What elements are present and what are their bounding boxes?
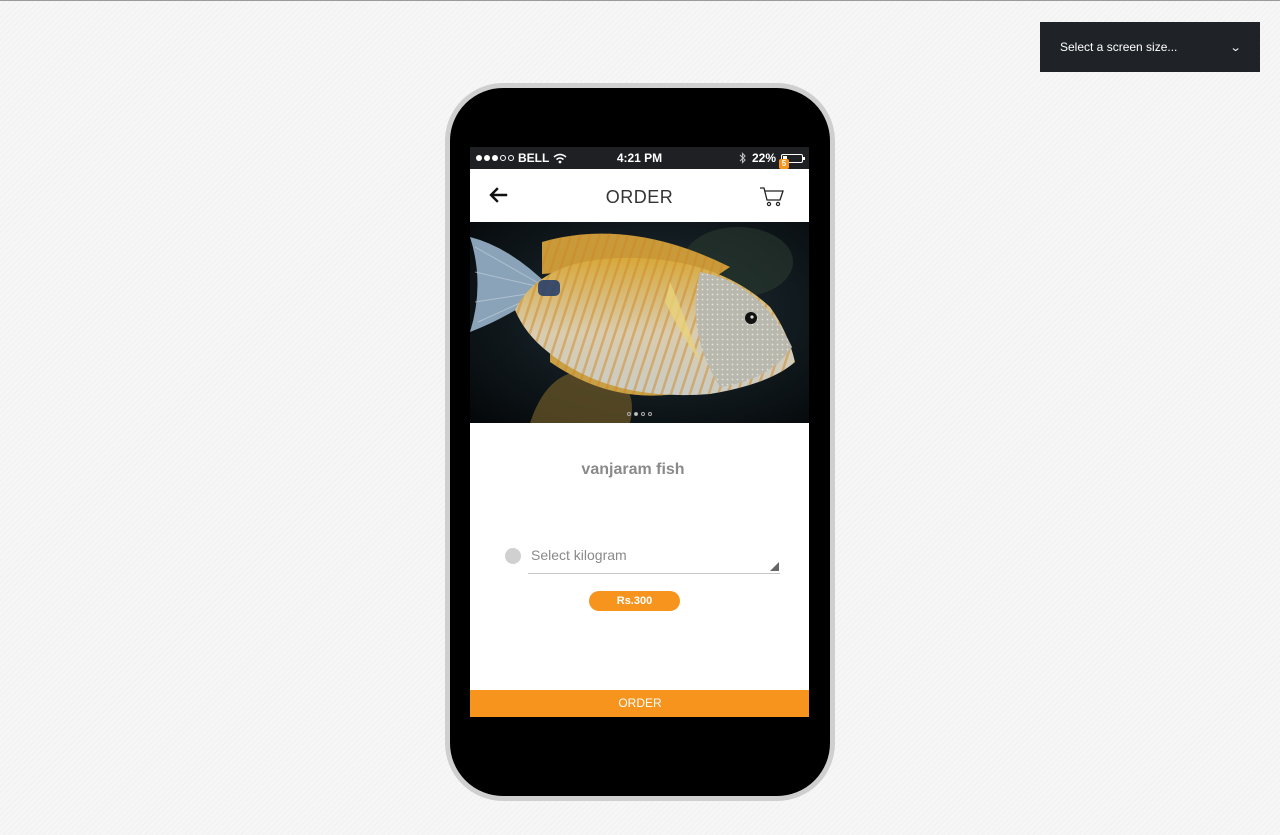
chevron-down-icon: ⌄ <box>1229 41 1242 54</box>
carousel-dot[interactable] <box>627 412 631 416</box>
order-button[interactable]: ORDER <box>470 690 809 717</box>
product-image-carousel[interactable] <box>470 222 809 423</box>
bluetooth-icon <box>739 152 746 164</box>
cart-icon[interactable] <box>758 181 786 209</box>
battery-percent: 22% <box>751 151 776 165</box>
screen-size-select[interactable]: Select a screen size... ⌄ <box>1040 22 1260 72</box>
dropdown-triangle-icon <box>770 562 779 571</box>
fish-image <box>470 222 809 423</box>
app-bar: ORDER <box>470 169 809 222</box>
carousel-dot[interactable] <box>641 412 645 416</box>
price-badge: Rs.300 <box>589 591 680 611</box>
carousel-indicators <box>470 412 809 416</box>
status-bar: BELL 4:21 PM 22% <box>470 147 809 169</box>
screen-size-label: Select a screen size... <box>1060 40 1178 54</box>
carousel-dot[interactable] <box>648 412 652 416</box>
carousel-dot[interactable] <box>634 412 638 416</box>
cart-count-badge: 5 <box>779 159 789 169</box>
kilogram-radio[interactable] <box>505 548 521 564</box>
product-name: vanjaram fish <box>581 461 685 478</box>
kilogram-placeholder: Select kilogram <box>531 547 627 563</box>
kilogram-select[interactable]: Select kilogram <box>528 543 780 574</box>
phone-screen: BELL 4:21 PM 22% ORDER 5 vanjaram fish S… <box>470 147 809 717</box>
